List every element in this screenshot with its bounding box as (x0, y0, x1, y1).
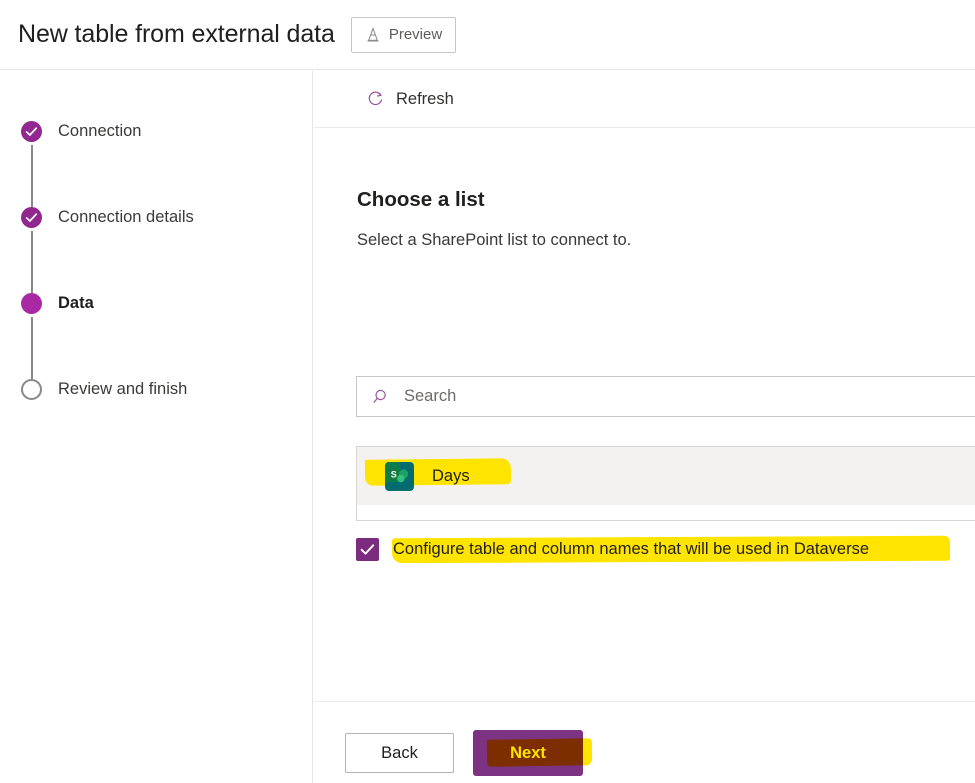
wizard-sidebar: Connection Connection details Data Revie… (0, 71, 313, 783)
sidebar-step-label: Connection details (58, 208, 194, 226)
list-item[interactable]: S Days (357, 447, 975, 505)
sidebar-step-connection-details[interactable]: Connection details (0, 157, 313, 293)
section-title: Choose a list (357, 188, 485, 211)
next-button[interactable] (473, 730, 583, 776)
page-title: New table from external data (18, 20, 335, 48)
sidebar-step-label: Review and finish (58, 380, 188, 398)
preview-badge[interactable]: Preview (350, 16, 457, 53)
command-bar: Refresh (314, 71, 975, 128)
filled-circle-icon (21, 293, 42, 314)
cone-icon (365, 26, 381, 43)
empty-circle-icon (21, 379, 42, 400)
sidebar-step-review-and-finish[interactable]: Review and finish (0, 329, 313, 415)
check-circle-icon (21, 121, 42, 142)
sharepoint-icon: S (384, 461, 415, 492)
back-button[interactable]: Back (345, 733, 454, 773)
sidebar-step-label: Data (58, 294, 94, 312)
sidebar-step-data[interactable]: Data (0, 243, 313, 379)
refresh-icon (366, 90, 385, 109)
search-box[interactable] (356, 376, 975, 417)
list-item-label: Days (432, 466, 470, 485)
list-container: S Days (356, 446, 975, 521)
sidebar-step-connection[interactable]: Connection (0, 71, 313, 207)
section-subtitle: Select a SharePoint list to connect to. (357, 231, 632, 249)
svg-text:S: S (391, 469, 397, 479)
wizard-footer: Back Next (314, 701, 975, 783)
step-list: Connection Connection details Data Revie… (0, 71, 313, 415)
configure-names-checkbox-label: Configure table and column names that wi… (393, 540, 870, 558)
panel-body: Choose a list Select a SharePoint list t… (314, 128, 975, 701)
wizard-content: Refresh Choose a list Select a SharePoin… (314, 71, 975, 783)
check-circle-icon (21, 207, 42, 228)
search-icon (373, 388, 391, 406)
refresh-label: Refresh (396, 89, 454, 108)
refresh-button[interactable]: Refresh (356, 84, 462, 115)
preview-label: Preview (388, 26, 443, 43)
next-button-wrapper: Next (473, 730, 593, 776)
configure-names-checkbox[interactable] (356, 538, 379, 561)
search-input[interactable] (404, 387, 964, 406)
configure-names-checkbox-row[interactable]: Configure table and column names that wi… (356, 535, 951, 564)
sidebar-step-label: Connection (58, 122, 142, 140)
page-header: New table from external data Preview (0, 0, 975, 70)
